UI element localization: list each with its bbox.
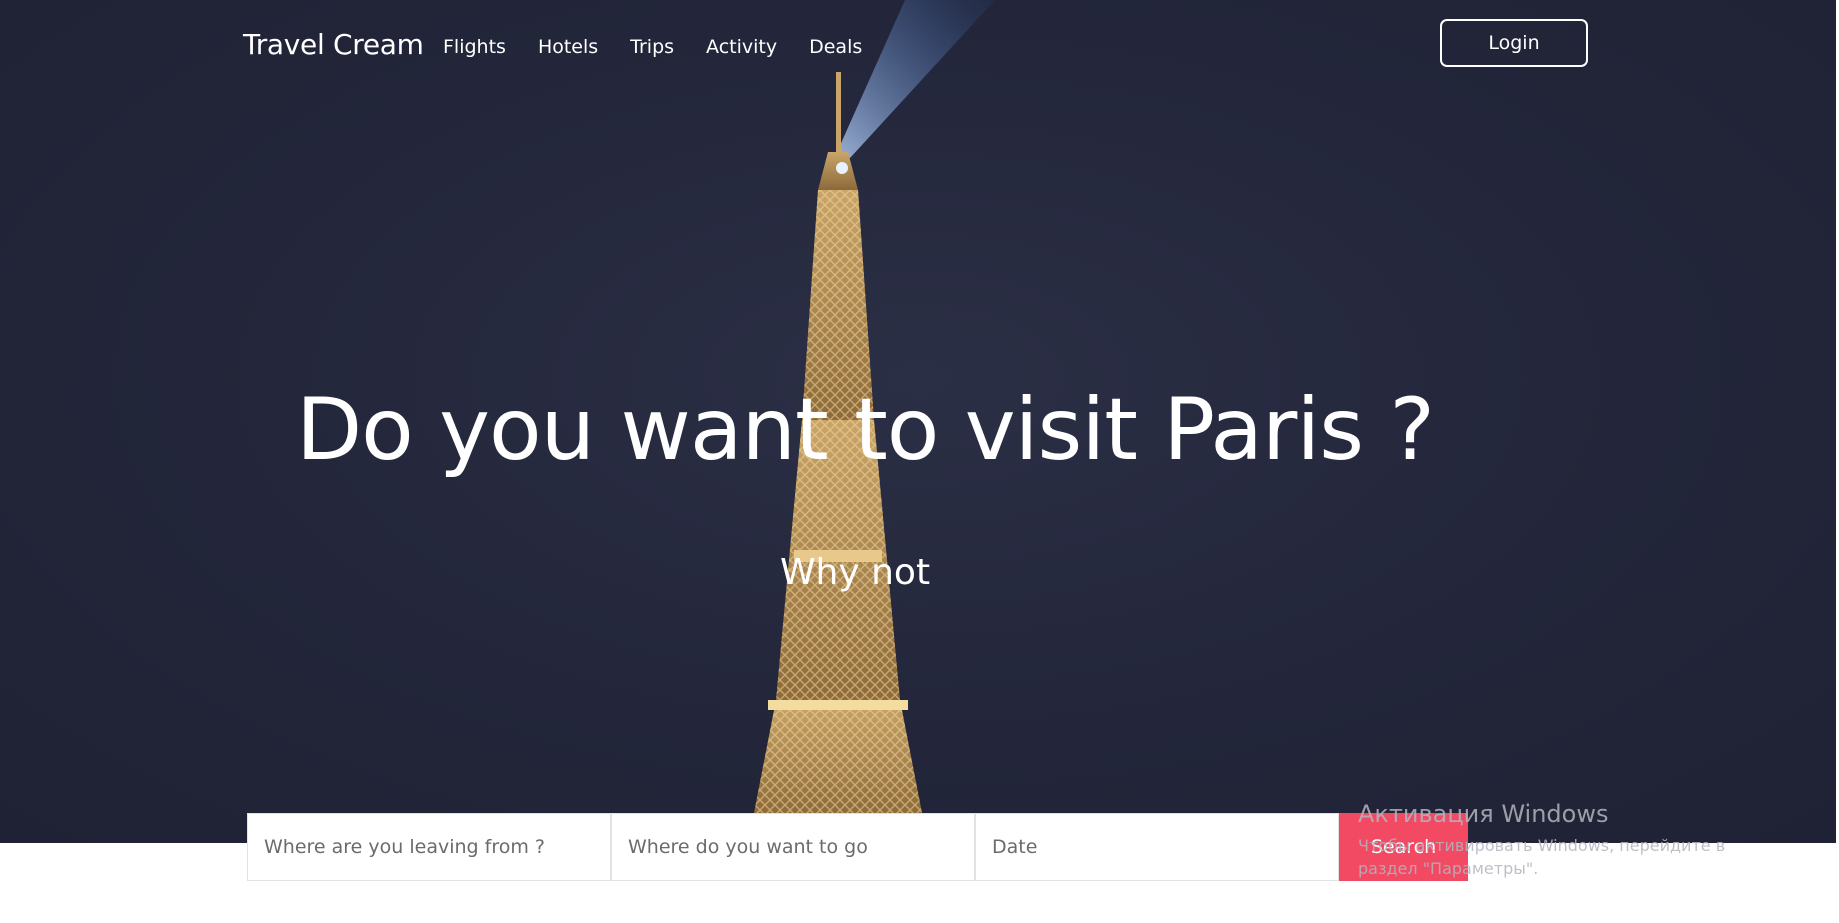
- search-button[interactable]: Search: [1339, 813, 1468, 881]
- nav-link-trips[interactable]: Trips: [630, 36, 674, 58]
- hero-subtitle: Why not: [779, 552, 931, 593]
- hero-section: Travel Cream Flights Hotels Trips Activi…: [0, 0, 1836, 843]
- search-form: Search: [247, 813, 1468, 881]
- main-nav: Flights Hotels Trips Activity Deals: [443, 36, 894, 58]
- date-input[interactable]: [975, 813, 1339, 881]
- login-button[interactable]: Login: [1440, 19, 1588, 67]
- nav-link-deals[interactable]: Deals: [809, 36, 862, 58]
- destination-input[interactable]: [611, 813, 975, 881]
- nav-link-activity[interactable]: Activity: [706, 36, 777, 58]
- hero-title: Do you want to visit Paris ?: [295, 380, 1435, 480]
- origin-input[interactable]: [247, 813, 611, 881]
- nav-link-hotels[interactable]: Hotels: [538, 36, 598, 58]
- nav-link-flights[interactable]: Flights: [443, 36, 506, 58]
- brand-logo[interactable]: Travel Cream: [243, 28, 424, 61]
